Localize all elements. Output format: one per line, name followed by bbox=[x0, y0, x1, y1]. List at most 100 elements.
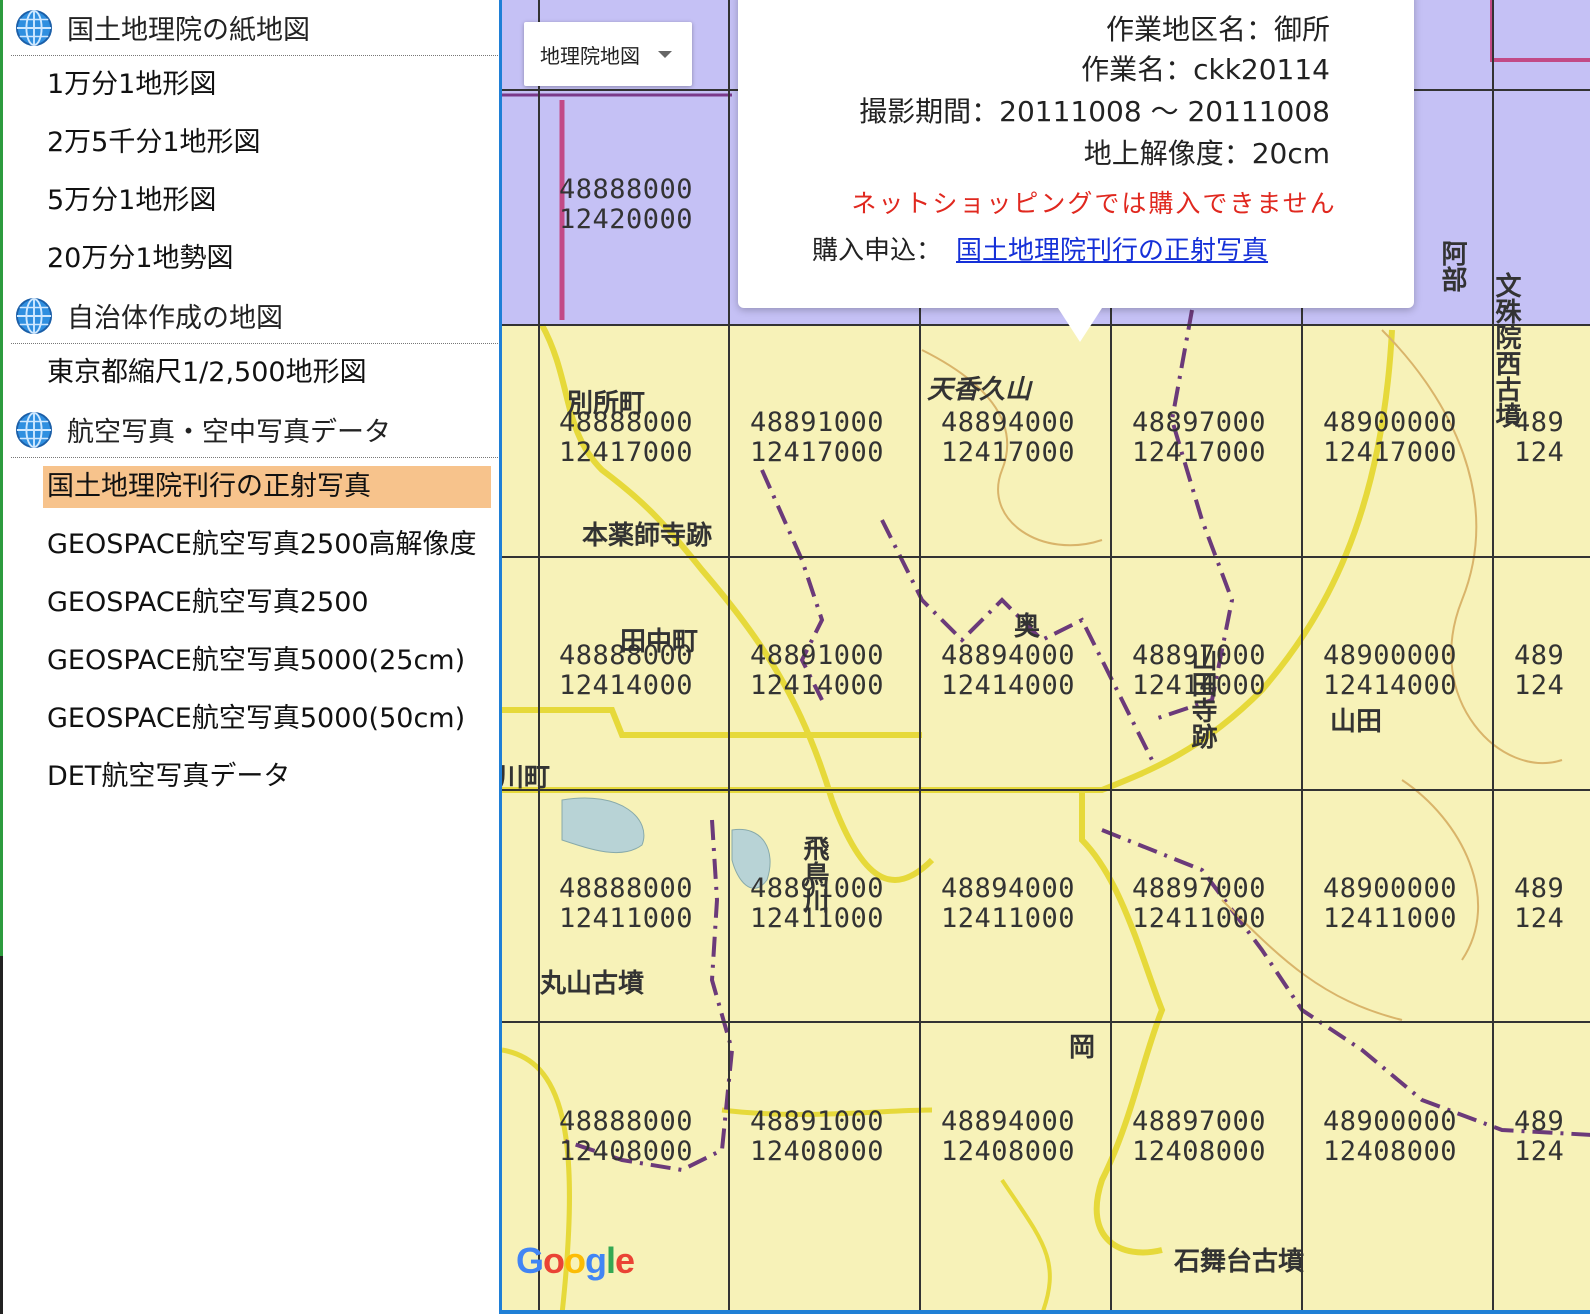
section-title: 国土地理院の紙地図 bbox=[67, 15, 310, 46]
place-label-amakaguyama: 天香久山 bbox=[927, 375, 1033, 405]
google-logo-e: e bbox=[615, 1240, 635, 1281]
grid-cell-y-label: 124 bbox=[1514, 437, 1564, 468]
place-label-monjuin: 文殊院西古墳 bbox=[1491, 271, 1521, 429]
grid-cell-x-label: 489 bbox=[1514, 407, 1564, 438]
grid-cell-y-label: 12417000 bbox=[1132, 437, 1266, 468]
place-label-tanaka: 田中町 bbox=[620, 627, 698, 657]
map-canvas[interactable]: 48888000 12420000 48888000 12417000 48891000… bbox=[499, 0, 1590, 1314]
menu-item-tokyo-2500[interactable]: 東京都縮尺1/2,500地形図 bbox=[3, 344, 499, 402]
menu-item-geospace-5000-50cm[interactable]: GEOSPACE航空写真5000(50cm) bbox=[3, 690, 499, 748]
google-logo-l: l bbox=[606, 1240, 616, 1281]
place-label-maruyama: 丸山古墳 bbox=[539, 969, 644, 999]
section-title: 自治体作成の地図 bbox=[67, 303, 283, 334]
menu-item-1-25000[interactable]: 2万5千分1地形図 bbox=[3, 114, 499, 172]
grid-cell-y-label: 12411000 bbox=[1132, 903, 1266, 934]
grid-cell-x-label: 48900000 bbox=[1323, 873, 1457, 904]
grid-cell-y-label: 12408000 bbox=[941, 1136, 1075, 1167]
grid-cell-y-label: 12414000 bbox=[750, 670, 884, 701]
section-header-aerial-photos[interactable]: 航空写真・空中写真データ bbox=[11, 402, 499, 458]
menu-item-1-50000[interactable]: 5万分1地形図 bbox=[3, 172, 499, 230]
grid-cell-x-label: 48897000 bbox=[1132, 873, 1266, 904]
grid-cell-x-label: 48900000 bbox=[1323, 640, 1457, 671]
grid-cell-x-label: 489 bbox=[1514, 1106, 1564, 1137]
google-logo-o2: o bbox=[564, 1240, 586, 1281]
grid-cell-y-label: 12411000 bbox=[1323, 903, 1457, 934]
place-label-oka: 岡 bbox=[1069, 1033, 1095, 1063]
globe-icon bbox=[15, 9, 53, 46]
grid-cell-x-label: 48900000 bbox=[1323, 1106, 1457, 1137]
grid-cell-x-label: 489 bbox=[1514, 640, 1564, 671]
map-type-dropdown[interactable]: 地理院地図 bbox=[524, 22, 692, 86]
grid-cell-x-label: 48894000 bbox=[941, 1106, 1075, 1137]
grid-cell-x-label: 48894000 bbox=[941, 873, 1075, 904]
info-work-name: 作業名：ckk20114 bbox=[1081, 53, 1330, 86]
purchase-link[interactable]: 国土地理院刊行の正射写真 bbox=[956, 236, 1268, 266]
place-label-oku: 奥 bbox=[1014, 611, 1041, 642]
grid-cell-y-label: 12417000 bbox=[559, 437, 693, 468]
grid-cell-x-label: 489 bbox=[1514, 873, 1564, 904]
info-warning: ネットショッピングでは購入できません bbox=[851, 189, 1337, 218]
grid-cell-y-label: 12417000 bbox=[941, 437, 1075, 468]
grid-cell-y-label: 12417000 bbox=[750, 437, 884, 468]
google-logo: Google bbox=[516, 1240, 635, 1282]
grid-cell-y-label: 12414000 bbox=[1323, 670, 1457, 701]
grid-cell-y-label: 124 bbox=[1514, 1136, 1564, 1167]
info-area-name: 作業地区名：御所 bbox=[1105, 13, 1330, 46]
grid-cell-y-label: 124 bbox=[1514, 903, 1564, 934]
place-label-abe: 阿部 bbox=[1437, 240, 1467, 292]
grid-cell-y-label: 12411000 bbox=[941, 903, 1075, 934]
info-window: 作業地区名：御所 作業名：ckk20114 撮影期間：20111008 ～ 20… bbox=[738, 0, 1414, 342]
map-type-label: 地理院地図 bbox=[540, 43, 640, 68]
place-label-bessho: 別所町 bbox=[567, 389, 645, 419]
section-header-paper-maps[interactable]: 国土地理院の紙地図 bbox=[11, 0, 499, 56]
menu-item-gsi-orthophoto[interactable]: 国土地理院刊行の正射写真 bbox=[3, 458, 499, 516]
place-label-yamadadera: 山田寺跡 bbox=[1187, 645, 1217, 749]
grid-cell-y-label: 12408000 bbox=[1132, 1136, 1266, 1167]
info-window-tail bbox=[1058, 308, 1102, 342]
grid-cell-y-label: 12414000 bbox=[941, 670, 1075, 701]
grid-cell-x-label: 48897000 bbox=[1132, 1106, 1266, 1137]
grid-cell-y-label: 12414000 bbox=[559, 670, 693, 701]
google-logo-o1: o bbox=[543, 1240, 565, 1281]
purchase-label: 購入申込： bbox=[812, 236, 943, 266]
section-title: 航空写真・空中写真データ bbox=[67, 417, 391, 448]
info-purchase-row: 購入申込： 国土地理院刊行の正射写真 bbox=[812, 230, 1268, 267]
place-label-ishibutai: 石舞台古墳 bbox=[1173, 1246, 1304, 1277]
google-logo-g: G bbox=[516, 1240, 544, 1281]
grid-cell-x-label: 48891000 bbox=[750, 1106, 884, 1137]
grid-cell-y-label: 12408000 bbox=[1323, 1136, 1457, 1167]
grid-cell-y-label: 12420000 bbox=[559, 204, 693, 235]
menu-item-1-200000[interactable]: 20万分1地勢図 bbox=[3, 230, 499, 288]
globe-icon bbox=[15, 297, 53, 334]
divider bbox=[0, 956, 3, 1314]
grid-cell-y-label: 12417000 bbox=[1323, 437, 1457, 468]
grid-cell-x-label: 48888000 bbox=[559, 873, 693, 904]
grid-cell-y-label: 12408000 bbox=[559, 1136, 693, 1167]
globe-icon bbox=[15, 411, 53, 448]
chevron-down-icon bbox=[658, 50, 672, 58]
google-logo-g2: g bbox=[585, 1240, 607, 1281]
grid-cell-x-label: 48900000 bbox=[1323, 407, 1457, 438]
grid-cell-y-label: 12408000 bbox=[750, 1136, 884, 1167]
menu-item-geospace-2500-hires[interactable]: GEOSPACE航空写真2500高解像度 bbox=[3, 516, 499, 574]
grid-cell-x-label: 48897000 bbox=[1132, 407, 1266, 438]
place-label-yamada: 山田 bbox=[1330, 707, 1382, 737]
menu-item-det-aerial[interactable]: DET航空写真データ bbox=[3, 748, 499, 806]
place-label-asukagawa: 飛鳥川 bbox=[799, 835, 829, 913]
menu-item-geospace-5000-25cm[interactable]: GEOSPACE航空写真5000(25cm) bbox=[3, 632, 499, 690]
info-resolution: 地上解像度：20cm bbox=[1083, 137, 1330, 170]
place-label-kawa: 川町 bbox=[502, 763, 550, 793]
sidebar: 国土地理院の紙地図 1万分1地形図 2万5千分1地形図 5万分1地形図 20万分… bbox=[0, 0, 499, 1314]
section-header-municipal-maps[interactable]: 自治体作成の地図 bbox=[11, 288, 499, 344]
menu-item-1-10000[interactable]: 1万分1地形図 bbox=[3, 56, 499, 114]
grid-cell-y-label: 124 bbox=[1514, 670, 1564, 701]
grid-cell-y-label: 12411000 bbox=[559, 903, 693, 934]
grid-cell-x-label: 48888000 bbox=[559, 174, 693, 205]
grid-cell-x-label: 48894000 bbox=[941, 407, 1075, 438]
grid-cell-x-label: 48894000 bbox=[941, 640, 1075, 671]
grid-cell-x-label: 48891000 bbox=[750, 407, 884, 438]
place-label-motoyakushiji: 本薬師寺跡 bbox=[582, 521, 712, 551]
info-period: 撮影期間：20111008 ～ 20111008 bbox=[859, 95, 1330, 128]
grid-cell-x-label: 48891000 bbox=[750, 640, 884, 671]
menu-item-geospace-2500[interactable]: GEOSPACE航空写真2500 bbox=[3, 574, 499, 632]
